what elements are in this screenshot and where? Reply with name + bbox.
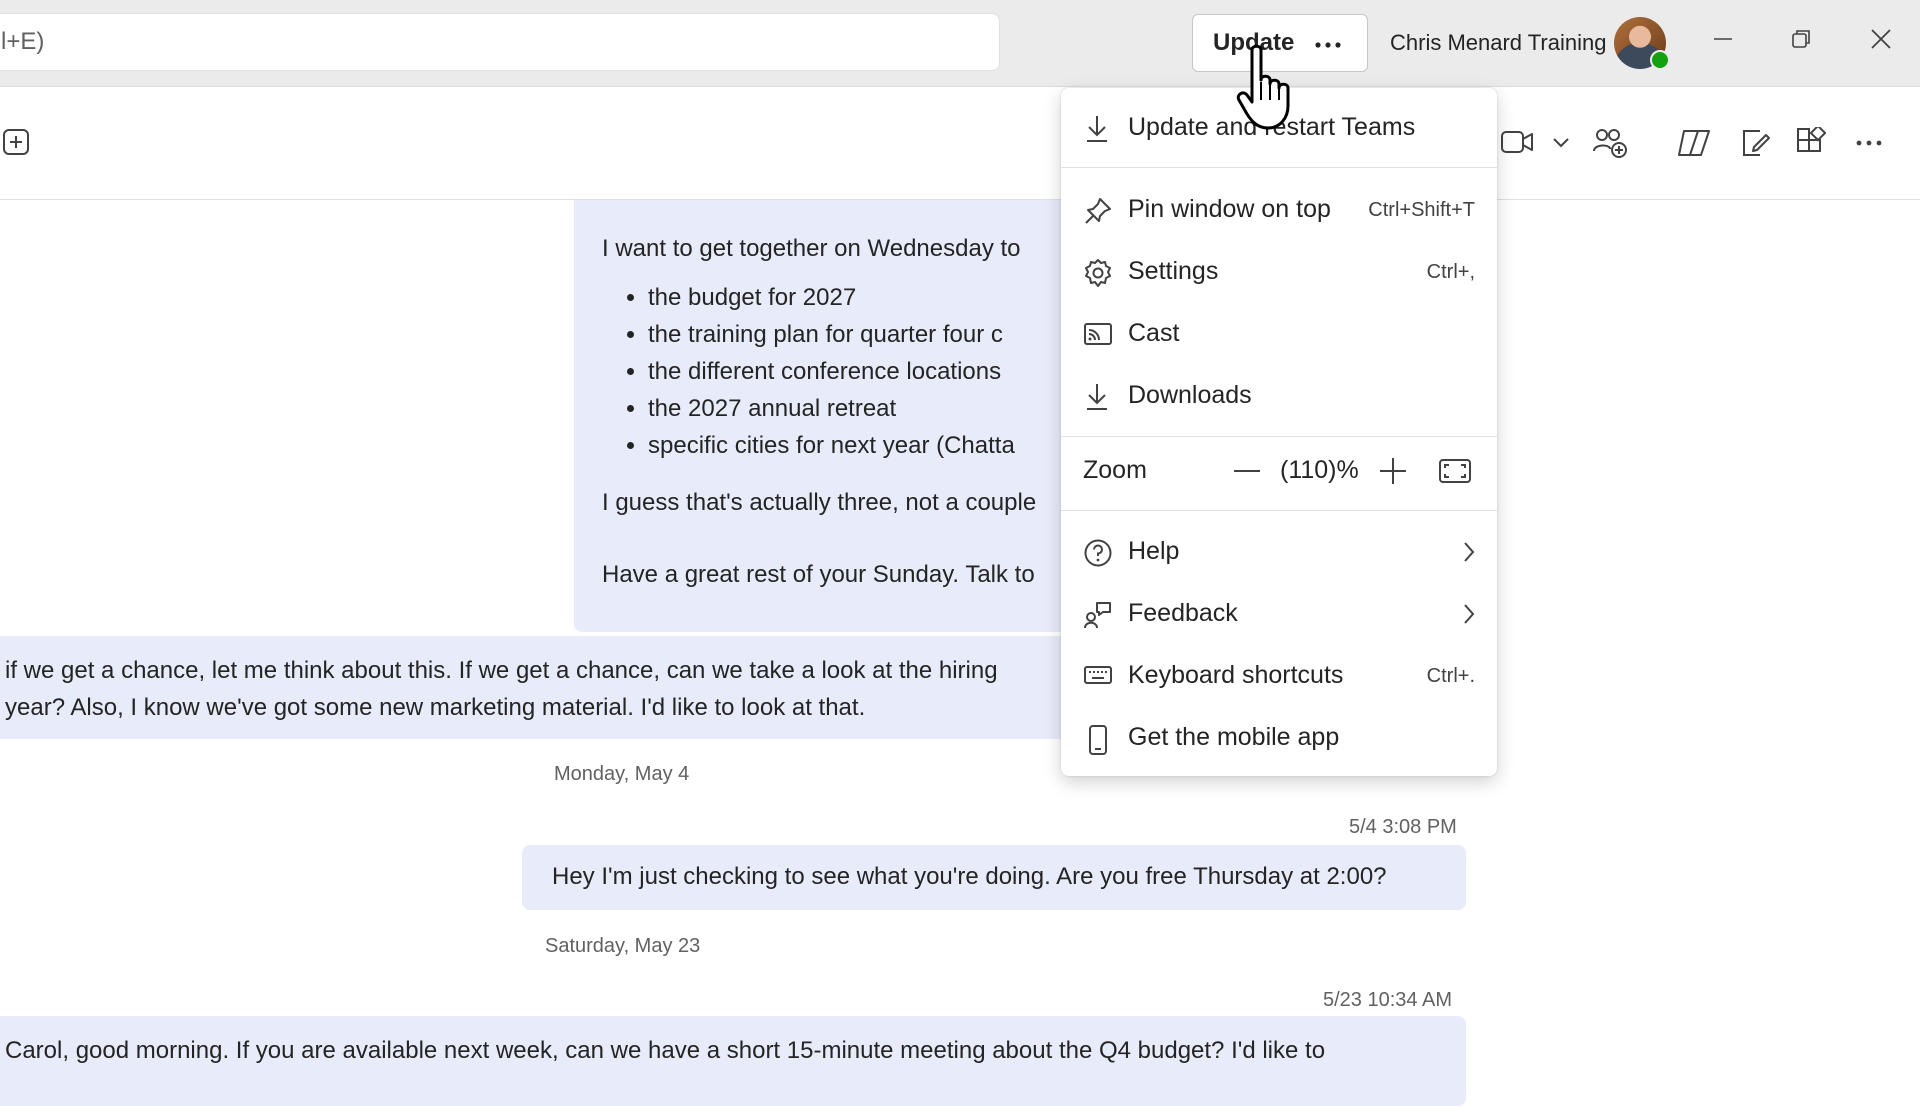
chevron-right-icon	[1461, 540, 1477, 564]
search-shortcut-hint: l+E)	[1, 28, 45, 55]
chat-header	[0, 87, 1920, 200]
chat-messages: I want to get together on Wednesday to t…	[0, 200, 1920, 1106]
message-text: Hey I'm just checking to see what you're…	[552, 863, 1387, 890]
phone-icon	[1083, 724, 1113, 756]
message-text: if we get a chance, let me think about t…	[5, 657, 998, 684]
feedback-icon	[1083, 600, 1113, 630]
menu-item-help[interactable]: Help	[1061, 524, 1497, 580]
title-bar: l+E) Update Chris Menard Training	[0, 0, 1920, 87]
menu-divider	[1061, 167, 1497, 168]
menu-item-label: Settings	[1128, 257, 1219, 285]
notes-edit-icon[interactable]	[1738, 127, 1770, 159]
download-icon	[1083, 114, 1111, 144]
list-item: specific cities for next year (Chatta	[648, 427, 1094, 464]
more-options-icon[interactable]	[1856, 139, 1882, 147]
menu-item-pin-window[interactable]: Pin window on top Ctrl+Shift+T	[1061, 182, 1497, 238]
message-text: year? Also, I know we've got some new ma…	[5, 694, 866, 721]
list-item: the 2027 annual retreat	[648, 390, 1094, 427]
cast-icon	[1083, 320, 1113, 348]
search-input[interactable]: l+E)	[0, 13, 1000, 71]
menu-divider	[1061, 436, 1497, 437]
menu-divider	[1061, 510, 1497, 511]
more-options-icon[interactable]	[1315, 41, 1341, 49]
presence-available-icon	[1650, 50, 1670, 70]
menu-item-label: Feedback	[1128, 599, 1238, 627]
message-timestamp: 5/4 3:08 PM	[1349, 816, 1457, 838]
restore-icon[interactable]	[1790, 28, 1812, 50]
menu-item-label: Cast	[1128, 319, 1180, 347]
minimize-icon[interactable]	[1712, 28, 1734, 50]
menu-item-downloads[interactable]: Downloads	[1061, 368, 1497, 424]
chevron-right-icon	[1461, 602, 1477, 626]
list-item: the different conference locations	[648, 353, 1094, 390]
menu-item-keyboard-shortcuts[interactable]: Keyboard shortcuts Ctrl+.	[1061, 648, 1497, 704]
settings-dropdown-menu: Update and restart Teams Pin window on t…	[1061, 88, 1497, 776]
date-separator: Monday, May 4	[554, 763, 690, 785]
message-text: Carol, good morning. If you are availabl…	[5, 1037, 1326, 1064]
menu-item-settings[interactable]: Settings Ctrl+,	[1061, 244, 1497, 300]
menu-item-mobile-app[interactable]: Get the mobile app	[1061, 710, 1497, 766]
message-bullet-list: the budget for 2027 the training plan fo…	[602, 279, 1094, 464]
menu-item-shortcut: Ctrl+Shift+T	[1368, 199, 1475, 221]
message-bubble-received[interactable]: if we get a chance, let me think about t…	[0, 636, 1094, 739]
menu-item-shortcut: Ctrl+.	[1426, 665, 1475, 687]
menu-item-label: Downloads	[1128, 381, 1252, 409]
zoom-in-icon[interactable]	[1375, 453, 1411, 489]
pin-icon	[1083, 196, 1113, 226]
gear-icon	[1083, 258, 1113, 288]
message-text: Have a great rest of your Sunday. Talk t…	[602, 561, 1035, 588]
keyboard-icon	[1083, 662, 1113, 688]
close-icon[interactable]	[1870, 28, 1892, 50]
menu-item-cast[interactable]: Cast	[1061, 306, 1497, 362]
menu-item-label: Get the mobile app	[1128, 723, 1340, 751]
message-text: I want to get together on Wednesday to	[602, 235, 1021, 262]
list-item: the training plan for quarter four c	[648, 316, 1094, 353]
menu-item-shortcut: Ctrl+,	[1426, 261, 1475, 283]
zoom-level: (110)%	[1280, 456, 1359, 484]
message-bubble-sent[interactable]: Hey I'm just checking to see what you're…	[522, 845, 1466, 910]
zoom-label: Zoom	[1083, 456, 1147, 484]
message-timestamp: 5/23 10:34 AM	[1323, 989, 1452, 1011]
download-icon	[1083, 382, 1111, 412]
zoom-out-icon[interactable]	[1229, 453, 1265, 489]
menu-item-label: Keyboard shortcuts	[1128, 661, 1344, 689]
profile-name[interactable]: Chris Menard Training	[1390, 30, 1606, 56]
menu-item-feedback[interactable]: Feedback	[1061, 586, 1497, 642]
video-call-icon[interactable]	[1500, 129, 1534, 155]
chevron-down-icon[interactable]	[1552, 137, 1570, 149]
add-people-icon[interactable]	[1592, 127, 1628, 159]
list-item: the budget for 2027	[648, 279, 1094, 316]
apps-icon[interactable]	[1796, 127, 1826, 157]
message-bubble-sent[interactable]: I want to get together on Wednesday to t…	[574, 200, 1094, 632]
copilot-icon[interactable]	[1676, 127, 1712, 159]
date-separator: Saturday, May 23	[545, 935, 701, 957]
message-text: I guess that's actually three, not a cou…	[602, 489, 1037, 516]
message-bubble-sent[interactable]: Carol, good morning. If you are availabl…	[0, 1016, 1466, 1106]
menu-item-label: Help	[1128, 537, 1180, 565]
menu-item-label: Pin window on top	[1128, 195, 1331, 223]
hand-cursor-icon	[1236, 44, 1304, 134]
help-icon	[1083, 538, 1113, 568]
fullscreen-icon[interactable]	[1437, 453, 1473, 489]
add-tab-icon[interactable]	[2, 128, 30, 156]
